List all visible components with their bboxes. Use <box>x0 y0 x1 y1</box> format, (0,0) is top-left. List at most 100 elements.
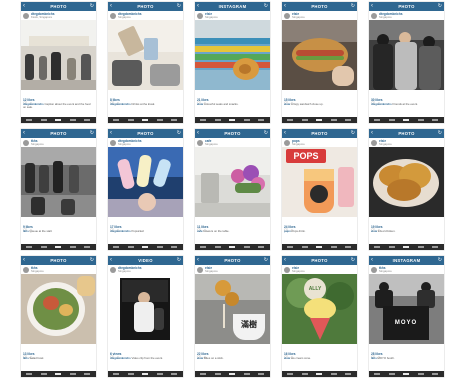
avatar[interactable] <box>197 266 203 273</box>
post-card[interactable]: ‹ PHOTO ↻ dtvgdomknichs Singapore ♡ ◌ 8 l… <box>108 2 183 123</box>
bowl-icon[interactable] <box>21 274 96 344</box>
tab-profile-icon[interactable] <box>258 373 264 375</box>
post-card[interactable]: ‹ VIDEO ↻ dtvgdomknichs Singapore ♡ ◌ 6 v… <box>108 256 183 377</box>
caption-username[interactable]: dtvgdomknichs <box>371 102 392 106</box>
tab-home-icon[interactable] <box>287 373 293 375</box>
tab-activity-icon[interactable] <box>331 119 337 121</box>
location[interactable]: Singapore <box>205 269 218 274</box>
post-card[interactable]: ‹ INSTAGRAM ↻ elsie Singapore ♡ ◌ 21 like… <box>195 2 270 123</box>
caption-username[interactable]: dtvgdomknichs <box>110 356 131 360</box>
refresh-icon[interactable]: ↻ <box>438 130 442 137</box>
tab-home-icon[interactable] <box>26 373 32 375</box>
tab-search-icon[interactable] <box>302 373 308 375</box>
tab-home-icon[interactable] <box>113 246 119 248</box>
post-card[interactable]: ‹ PHOTO ↻ elsie Singapore ♡ ◌ 15 likes el… <box>282 2 357 123</box>
tab-search-icon[interactable] <box>302 246 308 248</box>
tab-profile-icon[interactable] <box>432 373 438 375</box>
tab-search-icon[interactable] <box>128 119 134 121</box>
tab-search-icon[interactable] <box>215 119 221 121</box>
tab-profile-icon[interactable] <box>345 246 351 248</box>
location[interactable]: Singapore <box>118 142 131 147</box>
tab-home-icon[interactable] <box>374 246 380 248</box>
tab-camera-icon[interactable] <box>316 373 322 375</box>
tab-search-icon[interactable] <box>128 373 134 375</box>
tab-activity-icon[interactable] <box>70 246 76 248</box>
post-card[interactable]: ‹ INSTAGRAM ↻ tkhs Singapore MOYO ♡ ◌ 28 … <box>369 256 444 377</box>
tab-profile-icon[interactable] <box>258 119 264 121</box>
tab-activity-icon[interactable] <box>418 119 424 121</box>
location[interactable]: Singapore <box>205 142 218 147</box>
tab-search-icon[interactable] <box>128 246 134 248</box>
tab-profile-icon[interactable] <box>432 246 438 248</box>
tab-camera-icon[interactable] <box>55 119 61 121</box>
tab-activity-icon[interactable] <box>70 373 76 375</box>
avatar[interactable] <box>371 12 377 19</box>
avatar[interactable] <box>284 139 290 146</box>
tab-activity-icon[interactable] <box>244 373 250 375</box>
caption-username[interactable]: elsie <box>197 102 203 106</box>
refresh-icon[interactable]: ↻ <box>351 130 355 137</box>
tab-home-icon[interactable] <box>26 119 32 121</box>
location[interactable]: Singapore <box>31 269 44 274</box>
location[interactable]: Singapore <box>118 15 131 20</box>
location[interactable]: Singapore <box>379 142 392 147</box>
tab-camera-icon[interactable] <box>55 246 61 248</box>
avatar[interactable] <box>110 12 116 19</box>
post-card[interactable]: ‹ PHOTO ↻ dtvgdomknichs Singapore ♡ ◌ 30 … <box>369 2 444 123</box>
chicken-icon[interactable] <box>369 147 444 217</box>
caption-username[interactable]: elsie <box>284 356 290 360</box>
caption-username[interactable]: tkhs <box>23 356 29 360</box>
video-icon[interactable] <box>108 274 183 344</box>
pops-drink-icon[interactable]: POPS <box>282 147 357 217</box>
avatar[interactable] <box>23 266 29 273</box>
tab-activity-icon[interactable] <box>418 373 424 375</box>
tab-search-icon[interactable] <box>389 373 395 375</box>
tab-search-icon[interactable] <box>41 246 47 248</box>
location[interactable]: Singapore <box>205 15 218 20</box>
tab-camera-icon[interactable] <box>316 119 322 121</box>
tab-home-icon[interactable] <box>200 373 206 375</box>
tab-search-icon[interactable] <box>302 119 308 121</box>
tab-profile-icon[interactable] <box>345 119 351 121</box>
sandwich-icon[interactable] <box>282 20 357 90</box>
tab-camera-icon[interactable] <box>142 246 148 248</box>
avatar[interactable] <box>284 266 290 273</box>
location[interactable]: Singapore <box>379 15 392 20</box>
tab-profile-icon[interactable] <box>258 246 264 248</box>
tab-camera-icon[interactable] <box>316 246 322 248</box>
location[interactable]: Singapore <box>292 15 305 20</box>
tab-activity-icon[interactable] <box>157 119 163 121</box>
tab-home-icon[interactable] <box>200 119 206 121</box>
tab-camera-icon[interactable] <box>403 373 409 375</box>
refresh-icon[interactable]: ↻ <box>177 130 181 137</box>
refresh-icon[interactable]: ↻ <box>90 130 94 137</box>
refresh-icon[interactable]: ↻ <box>90 3 94 10</box>
tab-activity-icon[interactable] <box>331 373 337 375</box>
tab-activity-icon[interactable] <box>70 119 76 121</box>
tab-camera-icon[interactable] <box>403 246 409 248</box>
refresh-icon[interactable]: ↻ <box>351 257 355 264</box>
cups-icon[interactable] <box>108 20 183 90</box>
caption-username[interactable]: cafe <box>197 229 203 233</box>
caption-username[interactable]: tkhs <box>371 356 377 360</box>
location[interactable]: Singapore <box>292 269 305 274</box>
icecream-icon[interactable]: ALLY <box>282 274 357 344</box>
tab-profile-icon[interactable] <box>84 119 90 121</box>
avatar[interactable] <box>371 266 377 273</box>
avatar[interactable] <box>110 139 116 146</box>
refresh-icon[interactable]: ↻ <box>438 3 442 10</box>
moyo-icon[interactable]: MOYO <box>369 274 444 344</box>
tab-activity-icon[interactable] <box>157 373 163 375</box>
refresh-icon[interactable]: ↻ <box>351 3 355 10</box>
skewer-icon[interactable]: 滿樹 <box>195 274 270 344</box>
location[interactable]: Singapore <box>379 269 392 274</box>
flowers-icon[interactable] <box>195 147 270 217</box>
tab-camera-icon[interactable] <box>55 373 61 375</box>
avatar[interactable] <box>110 266 116 273</box>
refresh-icon[interactable]: ↻ <box>264 130 268 137</box>
post-card[interactable]: ‹ PHOTO ↻ elsie Singapore 滿樹 ♡ ◌ 22 likes… <box>195 256 270 377</box>
tab-home-icon[interactable] <box>287 246 293 248</box>
caption-username[interactable]: elsie <box>197 356 203 360</box>
post-card[interactable]: ‹ PHOTO ↻ dtvgdomknichs Singapore ♡ ◌ 17 … <box>108 129 183 250</box>
post-card[interactable]: ‹ PHOTO ↻ cafe Singapore ♡ ◌ 11 likes caf… <box>195 129 270 250</box>
